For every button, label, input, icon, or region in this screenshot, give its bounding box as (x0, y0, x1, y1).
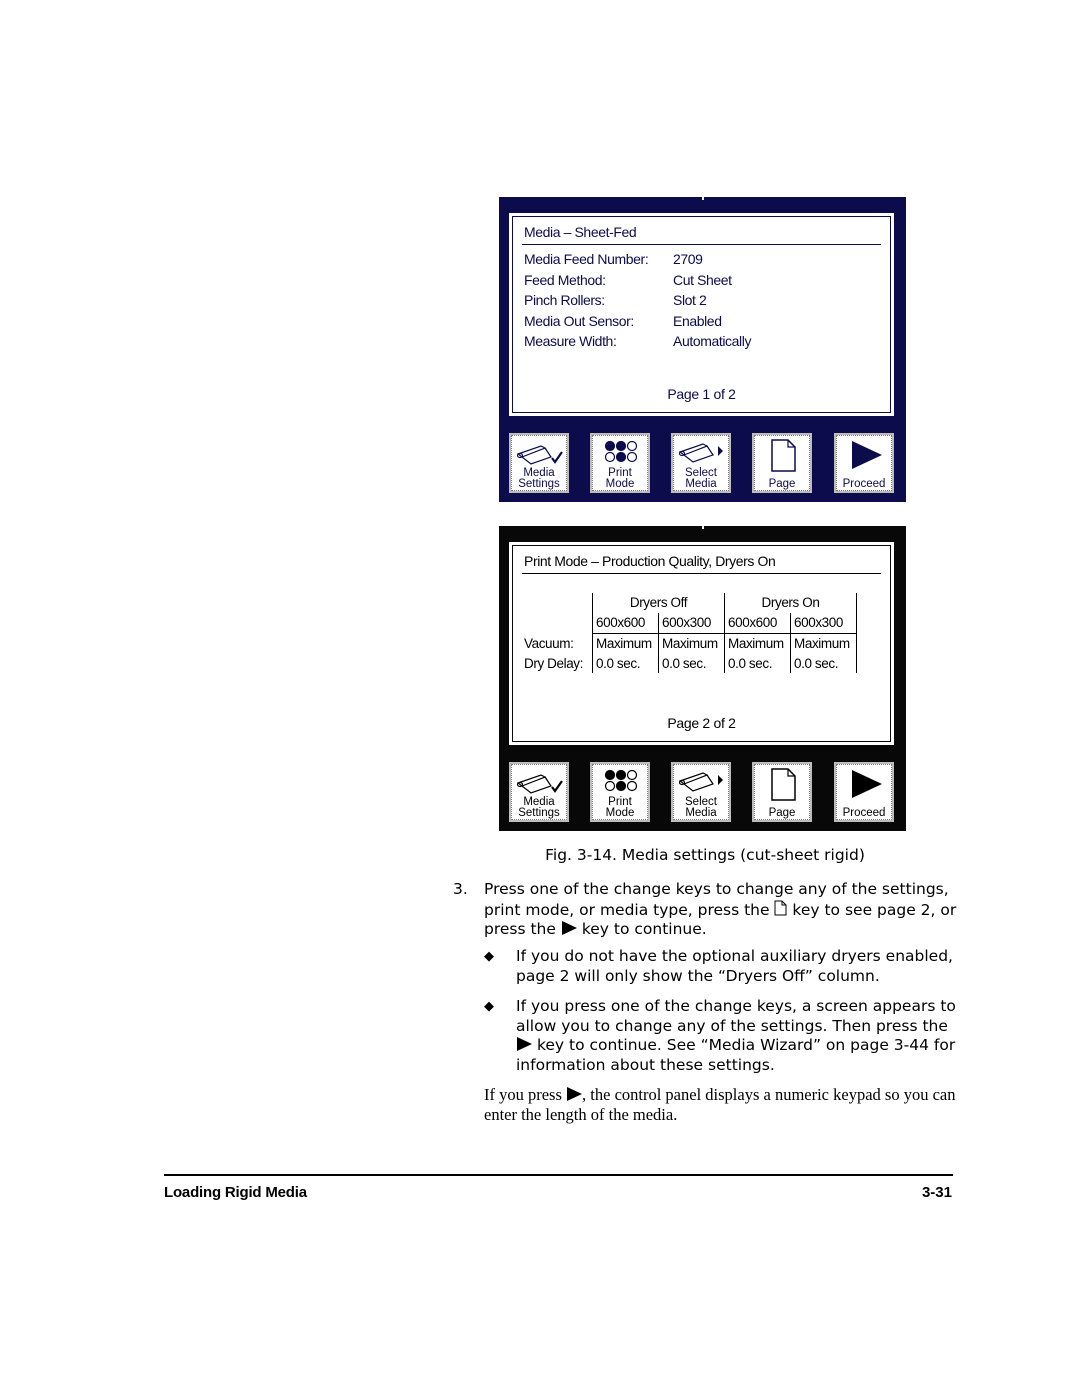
print-mode-button[interactable]: Print Mode (590, 433, 650, 493)
row-label-dry-delay: Dry Delay: (524, 656, 584, 671)
title-divider (522, 573, 881, 574)
step-text: Press one of the change keys to change a… (484, 880, 957, 938)
table-cell: Maximum (794, 636, 850, 651)
select-media-button[interactable]: Select Media (671, 762, 731, 822)
panel-tick (702, 197, 704, 200)
field-label: Measure Width: (524, 333, 617, 349)
table-cell: 0.0 sec. (596, 656, 641, 671)
title-divider (522, 244, 881, 245)
field-value: Enabled (673, 312, 722, 329)
media-roll-check-icon (516, 445, 563, 465)
column-header: 600x600 (596, 615, 645, 630)
figure-caption: Fig. 3-14. Media settings (cut-sheet rig… (545, 846, 865, 864)
page-icon (774, 900, 787, 915)
panel-tick (702, 526, 704, 529)
page-icon (771, 768, 796, 801)
proceed-button[interactable]: Proceed (834, 433, 894, 493)
screen-display: Print Mode – Production Quality, Dryers … (509, 542, 894, 745)
media-roll-arrow-icon (678, 443, 723, 463)
footer-section-title: Loading Rigid Media (164, 1184, 307, 1201)
table-cell: 0.0 sec. (794, 656, 839, 671)
print-mode-dots-icon (604, 769, 638, 792)
select-media-button[interactable]: Select Media (671, 433, 731, 493)
closing-paragraph: If you press , the control panel display… (484, 1085, 956, 1124)
media-settings-button[interactable]: Media Settings (509, 762, 569, 822)
column-header: 600x300 (662, 615, 711, 630)
diamond-bullet-icon: ◆ (484, 949, 494, 964)
play-arrow-icon (852, 441, 882, 469)
media-roll-check-icon (516, 774, 563, 794)
softkey-row: Media Settings Print Mode Select Media P… (499, 433, 906, 493)
field-value: Slot 2 (673, 292, 707, 308)
screen-title: Media – Sheet-Fed (524, 224, 637, 240)
screen-print-mode-page-2: Print Mode – Production Quality, Dryers … (499, 526, 906, 831)
field-label: Feed Method: (524, 271, 606, 288)
screen-display: Media – Sheet-Fed Media Feed Number: 270… (509, 213, 894, 416)
footer-page-number: 3-31 (921, 1184, 952, 1201)
proceed-button[interactable]: Proceed (834, 762, 894, 822)
softkey-row: Media Settings Print Mode Select Media P… (499, 762, 906, 822)
page-icon (771, 439, 796, 472)
row-label-vacuum: Vacuum: (524, 636, 574, 651)
column-header: 600x600 (728, 615, 777, 630)
page-button[interactable]: Page (752, 433, 812, 493)
media-roll-arrow-icon (678, 772, 723, 792)
play-arrow-icon (567, 1087, 583, 1101)
screen-media-settings-page-1: Media – Sheet-Fed Media Feed Number: 270… (499, 197, 906, 502)
field-label: Pinch Rollers: (524, 292, 605, 308)
play-arrow-icon (852, 770, 882, 798)
table-cell: Maximum (728, 636, 784, 651)
table-cell: Maximum (596, 636, 652, 651)
print-mode-button[interactable]: Print Mode (590, 762, 650, 822)
step-number: 3. (453, 880, 468, 898)
table-cell: 0.0 sec. (728, 656, 773, 671)
page-indicator: Page 1 of 2 (667, 386, 736, 402)
page-indicator: Page 2 of 2 (667, 715, 736, 731)
play-arrow-icon (517, 1037, 532, 1051)
field-value: Cut Sheet (673, 271, 732, 288)
column-header: 600x300 (794, 615, 843, 630)
print-mode-dots-icon (604, 440, 638, 463)
group-header-dryers-on: Dryers On (761, 595, 820, 610)
page-button[interactable]: Page (752, 762, 812, 822)
group-header-dryers-off: Dryers Off (629, 595, 688, 610)
play-arrow-icon (561, 921, 577, 935)
media-settings-button[interactable]: Media Settings (509, 433, 569, 493)
field-label: Media Out Sensor: (524, 312, 634, 329)
footer-divider (164, 1174, 953, 1176)
screen-title: Print Mode – Production Quality, Dryers … (524, 553, 776, 569)
table-cell: 0.0 sec. (662, 656, 707, 671)
diamond-bullet-icon: ◆ (484, 999, 494, 1014)
field-value: Automatically (673, 333, 752, 349)
field-label: Media Feed Number: (524, 251, 649, 267)
table-cell: Maximum (662, 636, 718, 651)
field-value: 2709 (673, 251, 703, 267)
